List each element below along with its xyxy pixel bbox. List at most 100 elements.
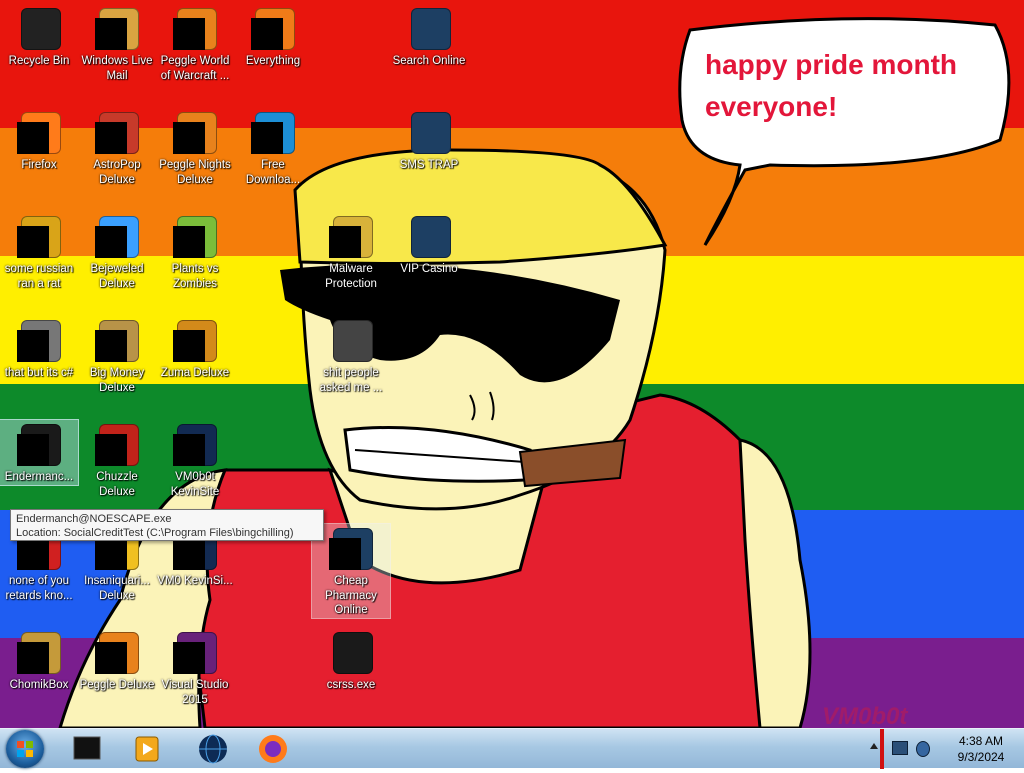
web-icon [171, 420, 219, 468]
desktop-icon-visual-studio-2015[interactable]: Visual Studio 2015 [156, 628, 234, 707]
speech-line-1: happy pride month [705, 49, 957, 80]
plant-icon [171, 212, 219, 260]
desktop-icon-label: Recycle Bin [8, 55, 70, 67]
desktop-icon-astropop-deluxe[interactable]: AstroPop Deluxe [78, 108, 156, 187]
desktop-icon-label: Cheap Pharmacy Online [325, 575, 377, 616]
search-icon [249, 4, 297, 52]
redaction-box [173, 538, 205, 570]
desktop-icon-label: ChomikBox [9, 679, 69, 691]
desktop-icon-csrss-exe[interactable]: csrss.exe [312, 628, 390, 693]
network-icon[interactable] [892, 741, 908, 755]
ie-icon [15, 212, 63, 260]
redaction-box [329, 226, 361, 258]
desktop-icon-label: Malware Protection [325, 263, 377, 290]
desktop-icon-label: SMS TRAP [399, 159, 459, 171]
desktop-icon-vm0b0t-kevinsite[interactable]: VM0b0t KevinSite [156, 420, 234, 499]
redaction-box [95, 642, 127, 674]
app-window-icon [15, 420, 63, 468]
desktop-icon-search-online[interactable]: Search Online [390, 4, 468, 69]
window-icon [405, 212, 453, 260]
astropop-icon [93, 108, 141, 156]
volume-icon[interactable] [916, 741, 930, 757]
desktop-icon-peggle-deluxe[interactable]: Peggle Deluxe [78, 628, 156, 693]
redaction-box [17, 330, 49, 362]
show-hidden-icons-button[interactable] [870, 743, 878, 749]
desktop-icon-some-russian-ran-a-rat[interactable]: some russian ran a rat [0, 212, 78, 291]
taskbar-media-player[interactable] [122, 731, 172, 767]
desktop-icon-label: Visual Studio 2015 [161, 679, 229, 706]
desktop-icon-label: Peggle Nights Deluxe [159, 159, 231, 186]
redaction-box [95, 122, 127, 154]
hamster-icon [15, 628, 63, 676]
redaction-box [17, 538, 49, 570]
desktop-icon-that-but-its-csharp[interactable]: that but its c# [0, 316, 78, 381]
desktop-icon-label: VIP Casino [400, 263, 458, 275]
mail-icon [93, 4, 141, 52]
desktop-icon-label: AstroPop Deluxe [93, 159, 141, 186]
desktop-icon-label: Peggle Deluxe [79, 679, 155, 691]
taskbar-globe[interactable] [188, 731, 238, 767]
redaction-box [173, 434, 205, 466]
peggle-icon [93, 628, 141, 676]
desktop-icon-label: Windows Live Mail [81, 55, 153, 82]
clock-date: 9/3/2024 [957, 750, 1005, 764]
desktop-icon-recycle-bin[interactable]: Recycle Bin [0, 4, 78, 69]
desktop-icon-endermanch-exe[interactable]: Endermanc... [0, 419, 79, 486]
redaction-box [95, 434, 127, 466]
desktop-icon-sms-trap[interactable]: SMS TRAP [390, 108, 468, 173]
desktop-icon-zuma-deluxe[interactable]: Zuma Deluxe [156, 316, 234, 381]
redaction-box [17, 226, 49, 258]
desktop-icon-peggle-nights-deluxe[interactable]: Peggle Nights Deluxe [156, 108, 234, 187]
redaction-box [329, 538, 361, 570]
taskbar-black-box[interactable] [62, 731, 112, 767]
speech-bubble-text: happy pride month everyone! [705, 44, 957, 128]
desktop-icon-label: none of you retards kno... [5, 575, 73, 602]
desktop-icon-chuzzle-deluxe[interactable]: Chuzzle Deluxe [78, 420, 156, 499]
black-box-icon [73, 736, 101, 760]
app-window-icon [327, 628, 375, 676]
folder-icon [327, 316, 375, 364]
desktop-icon-folder-shit-people-asked-me[interactable]: shit people asked me ... [312, 316, 390, 395]
redaction-box [95, 538, 127, 570]
desktop-icon-label: Chuzzle Deluxe [96, 471, 138, 498]
desktop-icon-label: Big Money Deluxe [89, 367, 145, 394]
desktop-icon-label: Zuma Deluxe [160, 367, 230, 379]
window-icon [405, 4, 453, 52]
desktop-icon-label: Everything [245, 55, 301, 67]
desktop[interactable]: happy pride month everyone! VM0b0t Recyc… [0, 0, 1024, 728]
desktop-icon-vip-casino[interactable]: VIP Casino [390, 212, 468, 277]
desktop-icon-peggle-wow[interactable]: Peggle World of Warcraft ... [156, 4, 234, 83]
redaction-box [17, 642, 49, 674]
desktop-icon-label: Peggle World of Warcraft ... [160, 55, 230, 82]
redaction-box [95, 18, 127, 50]
desktop-icon-label: that but its c# [4, 367, 74, 379]
money-bag-icon [93, 316, 141, 364]
gem-icon [93, 212, 141, 260]
desktop-icon-label: Free Downloa... [245, 159, 301, 186]
taskbar-firefox[interactable] [248, 731, 298, 767]
taskbar: 4:38 AM 9/3/2024 [0, 728, 1024, 769]
stack-icon [15, 316, 63, 364]
desktop-icon-label: VM0 KevinSi... [157, 575, 233, 587]
desktop-icon-bejeweled-deluxe[interactable]: Bejeweled Deluxe [78, 212, 156, 291]
desktop-icon-free-download[interactable]: Free Downloa... [234, 108, 312, 187]
clock-time: 4:38 AM [958, 734, 1004, 748]
desktop-icon-chomikbox[interactable]: ChomikBox [0, 628, 78, 693]
desktop-icon-label: Endermanc... [4, 471, 74, 483]
desktop-icon-malware-protection[interactable]: Malware Protection [312, 212, 390, 291]
desktop-icon-big-money-deluxe[interactable]: Big Money Deluxe [78, 316, 156, 395]
desktop-icon-firefox[interactable]: Firefox [0, 108, 78, 173]
tray-red-marker [880, 729, 884, 769]
desktop-icon-label: Firefox [21, 159, 57, 171]
desktop-icon-label: VM0b0t KevinSite [170, 471, 220, 498]
redaction-box [251, 18, 283, 50]
desktop-icon-plants-vs-zombies[interactable]: Plants vs Zombies [156, 212, 234, 291]
desktop-icon-label: Insaniquari... Deluxe [84, 575, 150, 602]
redaction-box [251, 122, 283, 154]
desktop-icon-windows-live-mail[interactable]: Windows Live Mail [78, 4, 156, 83]
windows-orb-icon[interactable] [6, 730, 44, 768]
desktop-icon-everything[interactable]: Everything [234, 4, 312, 69]
redaction-box [95, 330, 127, 362]
clock[interactable]: 4:38 AM 9/3/2024 [946, 733, 1016, 765]
speech-line-2: everyone! [705, 91, 838, 122]
